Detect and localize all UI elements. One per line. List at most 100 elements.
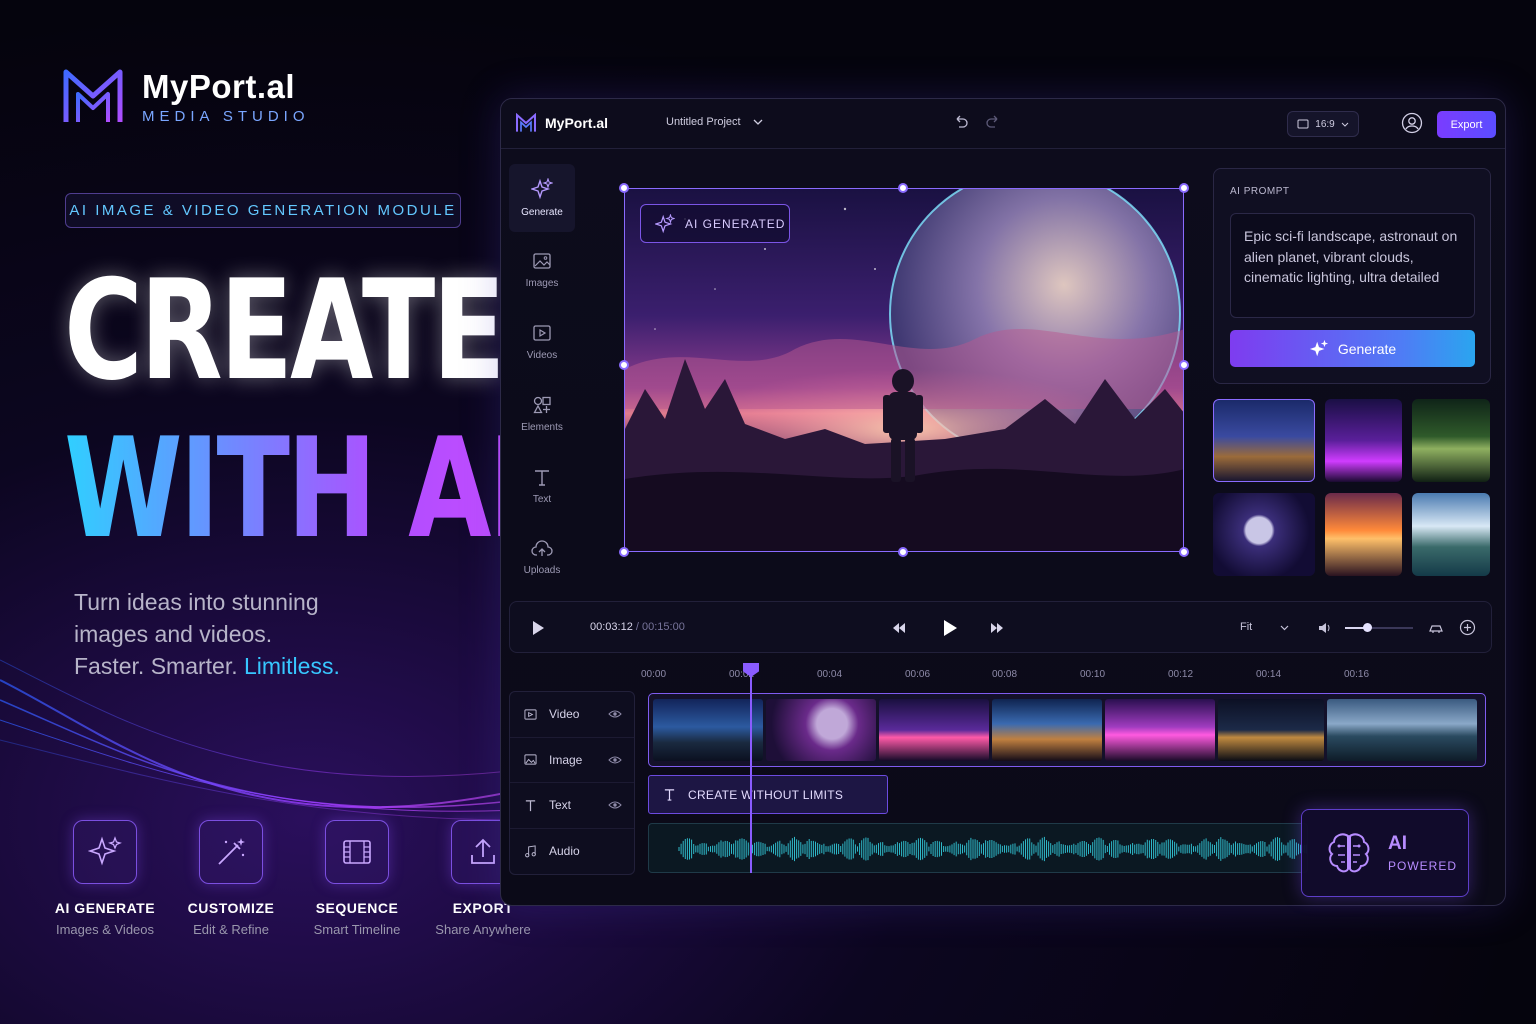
sidebar-item-uploads[interactable]: Uploads (509, 524, 575, 592)
tagline-line3: Faster. Smarter. Limitless. (74, 650, 340, 682)
thumbnail-sunset[interactable] (1325, 493, 1402, 576)
feature-ai-generate: AI GENERATE Images & Videos (42, 820, 168, 937)
tagline-prefix: Faster. Smarter. (74, 653, 244, 679)
text-track-icon (525, 800, 536, 811)
audio-clip[interactable] (648, 823, 1308, 873)
sparkles-icon (1309, 339, 1328, 356)
video-frame (879, 699, 989, 761)
user-icon[interactable] (1401, 112, 1423, 134)
generate-label: Generate (1337, 340, 1397, 357)
track-label: Image (549, 752, 583, 767)
sidebar-item-generate[interactable]: Generate (509, 164, 575, 232)
thumbnail-forest[interactable] (1412, 399, 1490, 482)
ruler-tick: 00:06 (905, 669, 931, 680)
video-frame (1218, 699, 1324, 761)
feature-list: AI GENERATE Images & Videos CUSTOMIZE Ed… (42, 820, 546, 937)
resize-handle[interactable] (898, 547, 908, 557)
generate-button[interactable]: Generate (1230, 330, 1475, 367)
audio-waveform-settings-icon[interactable] (1428, 620, 1444, 636)
shapes-icon (533, 396, 551, 414)
feature-title: SEQUENCE (315, 900, 399, 916)
track-audio[interactable]: Audio (510, 829, 634, 875)
video-frame (653, 699, 763, 761)
play-icon[interactable] (942, 619, 958, 637)
module-badge: AI IMAGE & VIDEO GENERATION MODULE (65, 193, 461, 228)
undo-icon[interactable] (953, 114, 969, 130)
project-selector[interactable]: Untitled Project (666, 116, 763, 128)
eye-icon[interactable] (608, 800, 622, 810)
prompt-input[interactable]: Epic sci-fi landscape, astronaut on alie… (1230, 213, 1475, 318)
thumbnail-mountains[interactable] (1412, 493, 1490, 576)
resize-handle[interactable] (1179, 183, 1189, 193)
timeline-ruler: 00:00 00:02 00:04 00:06 00:08 00:10 00:1… (641, 669, 1501, 685)
ai-generated-badge: AI GENERATED (640, 204, 790, 243)
ruler-tick: 00:00 (641, 669, 667, 680)
top-bar: MyPort.al Untitled Project 16:9 Export (501, 99, 1505, 149)
thumbnail-astronaut[interactable] (1213, 493, 1315, 576)
sidebar-label: Images (525, 278, 559, 289)
resize-handle[interactable] (1179, 360, 1189, 370)
video-frame (1327, 699, 1477, 761)
add-icon[interactable] (1459, 619, 1476, 636)
sidebar-label: Uploads (523, 565, 561, 576)
redo-icon[interactable] (985, 114, 1001, 130)
sidebar-item-images[interactable]: Images (509, 236, 575, 304)
aspect-ratio-select[interactable]: 16:9 (1287, 111, 1359, 137)
resize-handle[interactable] (619, 547, 629, 557)
resize-handle[interactable] (619, 360, 629, 370)
hero-title-line1: CREATE (64, 250, 506, 411)
undo-redo (953, 114, 1001, 130)
video-clip[interactable] (648, 693, 1486, 767)
track-label: Audio (549, 844, 580, 859)
playhead[interactable] (750, 665, 752, 873)
volume-knob[interactable] (1363, 623, 1372, 632)
fit-select[interactable]: Fit (1240, 621, 1252, 633)
ai-powered-subtitle: POWERED (1388, 859, 1458, 873)
eye-icon[interactable] (608, 709, 622, 719)
fast-forward-icon[interactable] (990, 622, 1004, 634)
play-icon[interactable] (530, 620, 546, 636)
brand-name: MyPort.al (142, 67, 296, 105)
export-button[interactable]: Export (1437, 111, 1496, 138)
chevron-down-icon[interactable] (1280, 625, 1289, 631)
feature-subtitle: Edit & Refine (193, 922, 269, 937)
resize-handle[interactable] (1179, 547, 1189, 557)
track-text[interactable]: Text (510, 783, 634, 829)
feature-title: AI GENERATE (54, 900, 156, 916)
chevron-down-icon (1341, 122, 1349, 127)
rewind-icon[interactable] (892, 622, 906, 634)
fit-label: Fit (1240, 621, 1253, 633)
track-image[interactable]: Image (510, 738, 634, 783)
current-time: 00:03:12 (590, 621, 633, 633)
sidebar-item-text[interactable]: Text (509, 452, 575, 520)
volume-slider[interactable] (1345, 627, 1413, 629)
logo-icon (63, 69, 123, 122)
ai-powered-title: AI (1388, 833, 1407, 854)
eye-icon[interactable] (608, 755, 622, 765)
app-brand[interactable]: MyPort.al (515, 113, 608, 133)
ruler-tick: 00:08 (992, 669, 1018, 680)
volume-icon[interactable] (1318, 621, 1332, 635)
brand: MyPort.al MEDIA STUDIO (62, 66, 310, 126)
sidebar-item-videos[interactable]: Videos (509, 308, 575, 376)
track-label: Video (549, 707, 580, 722)
brain-icon (1328, 833, 1370, 873)
aspect-ratio-value: 16:9 (1315, 118, 1335, 130)
chevron-down-icon (753, 119, 763, 125)
image-icon (533, 253, 551, 269)
editor-window: MyPort.al Untitled Project 16:9 Export G… (500, 98, 1506, 906)
text-icon (535, 470, 549, 486)
hero-title-line2: WITH AI (64, 408, 528, 569)
thumbnail-castle[interactable] (1213, 399, 1315, 482)
feature-subtitle: Smart Timeline (313, 922, 401, 937)
text-clip[interactable]: CREATE WITHOUT LIMITS (648, 775, 888, 814)
time-display: 00:03:12 / 00:15:00 (590, 621, 685, 633)
cloud-upload-icon (531, 540, 553, 556)
track-label: Text (549, 798, 572, 813)
thumbnail-neon-city[interactable] (1325, 399, 1402, 482)
sidebar-item-elements[interactable]: Elements (509, 380, 575, 448)
feature-title: CUSTOMIZE (187, 900, 275, 916)
resize-handle[interactable] (898, 183, 908, 193)
resize-handle[interactable] (619, 183, 629, 193)
track-video[interactable]: Video (510, 692, 634, 738)
